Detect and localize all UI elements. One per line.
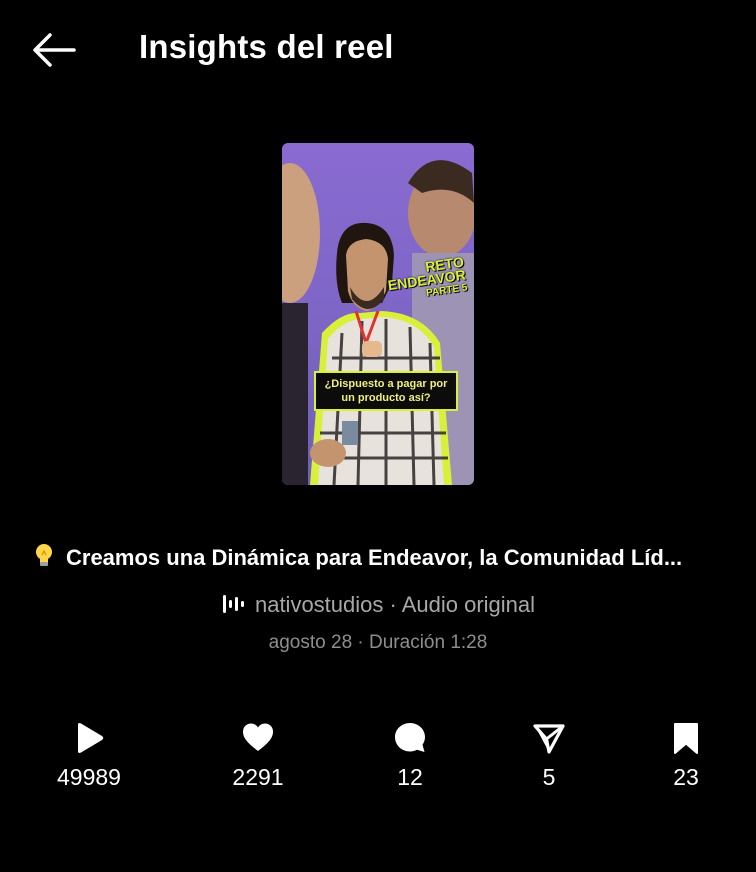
post-title-text: Creamos una Dinámica para Endeavor, la C…	[66, 545, 683, 570]
likes-count: 2291	[232, 764, 284, 790]
back-arrow-icon[interactable]	[30, 30, 78, 70]
bookmark-icon	[669, 720, 703, 756]
shares-count: 5	[542, 764, 556, 790]
saves-count: 23	[673, 764, 699, 790]
header: Insights del reel	[0, 0, 756, 100]
plays-count: 49989	[57, 764, 121, 790]
reel-thumbnail[interactable]: RETO ENDEAVOR PARTE 5 ¿Dispuesto a pagar…	[282, 143, 474, 485]
reel-overlay-caption: ¿Dispuesto a pagar por un producto así?	[314, 371, 458, 411]
reel-thumbnail-image	[282, 160, 474, 485]
page-title: Insights del reel	[139, 28, 394, 65]
heart-icon	[241, 720, 275, 756]
audio-label: nativostudios · Audio original	[254, 592, 536, 617]
audio-info[interactable]: nativostudios · Audio original	[0, 592, 756, 618]
stat-comments: 12	[350, 720, 470, 791]
comments-count: 12	[397, 764, 423, 790]
post-title: Creamos una Dinámica para Endeavor, la C…	[32, 543, 732, 573]
play-icon	[72, 720, 106, 756]
stat-shares: 5	[489, 720, 609, 791]
stat-plays: 49989	[29, 720, 149, 791]
stat-saves: 23	[626, 720, 746, 791]
audio-wave-icon	[221, 593, 247, 615]
stat-likes: 2291	[198, 720, 318, 791]
comment-icon	[393, 720, 427, 756]
send-icon	[532, 720, 566, 756]
post-meta: agosto 28 · Duración 1:28	[268, 632, 488, 653]
light-bulb-icon	[32, 543, 56, 569]
